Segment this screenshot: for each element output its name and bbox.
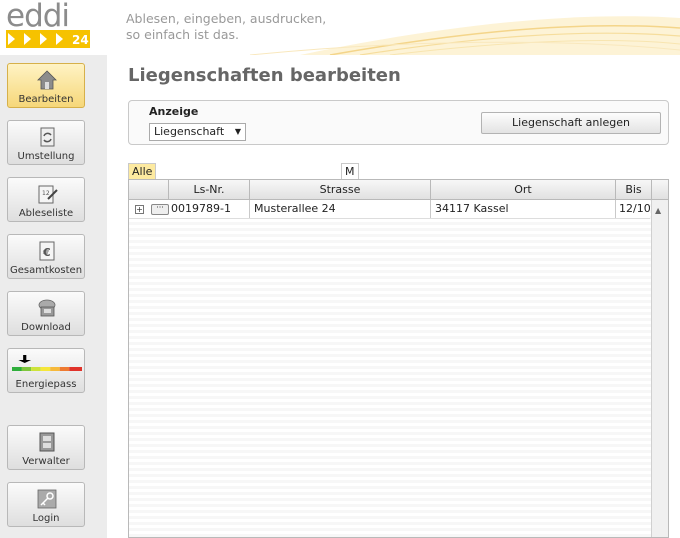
anzeige-select[interactable]: Liegenschaft ▼ bbox=[149, 123, 246, 141]
column-header-bis[interactable]: Bis bbox=[616, 180, 652, 199]
table-row[interactable]: + ··· 0019789-1 Musterallee 24 34117 Kas… bbox=[129, 200, 652, 219]
sidebar-item-label: Ableseliste bbox=[18, 208, 74, 219]
expand-icon[interactable]: + bbox=[135, 205, 144, 214]
sidebar-item-label: Bearbeiten bbox=[18, 94, 74, 105]
sidebar-item-umstellung[interactable]: Umstellung bbox=[7, 120, 85, 165]
sidebar-item-ableseliste[interactable]: 12 Ableseliste bbox=[7, 177, 85, 222]
header: eddi 24 Ablesen, eingeben, ausdrucken, s… bbox=[0, 0, 680, 55]
sidebar-item-verwalter[interactable]: Verwalter bbox=[7, 425, 85, 470]
logo-badge: 24 bbox=[72, 33, 89, 47]
cell-bis: 12/10 bbox=[616, 200, 652, 218]
cell-strasse: Musterallee 24 bbox=[250, 200, 431, 218]
sidebar-item-label: Gesamtkosten bbox=[9, 265, 83, 276]
download-disk-icon bbox=[38, 299, 56, 317]
eddi-logo[interactable]: eddi 24 bbox=[6, 0, 90, 48]
add-property-button[interactable]: Liegenschaft anlegen bbox=[481, 112, 661, 134]
sidebar: Bearbeiten Umstellung 12 Ableseliste € G… bbox=[0, 55, 107, 538]
energy-scale-icon bbox=[12, 355, 82, 371]
sidebar-item-download[interactable]: Download bbox=[7, 291, 85, 336]
euro-document-icon: € bbox=[39, 241, 55, 261]
logo-arrows: 24 bbox=[6, 30, 90, 48]
anzeige-panel: Anzeige Liegenschaft ▼ Liegenschaft anle… bbox=[128, 100, 669, 145]
tab-alle[interactable]: Alle bbox=[128, 163, 157, 179]
tagline-line2: so einfach ist das. bbox=[126, 27, 239, 42]
sidebar-item-label: Login bbox=[32, 513, 60, 524]
cell-ls-nr: 0019789-1 bbox=[169, 200, 250, 218]
sidebar-item-label: Download bbox=[21, 322, 71, 333]
manager-icon bbox=[39, 432, 55, 452]
sidebar-item-label: Umstellung bbox=[17, 151, 75, 162]
more-options-icon[interactable]: ··· bbox=[151, 204, 169, 215]
sidebar-item-gesamtkosten[interactable]: € Gesamtkosten bbox=[7, 234, 85, 279]
column-header-strasse[interactable]: Strasse bbox=[250, 180, 431, 199]
svg-text:€: € bbox=[42, 246, 51, 259]
table-scrollbar[interactable]: ▲ bbox=[651, 200, 668, 537]
column-header-ls-nr[interactable]: Ls-Nr. bbox=[169, 180, 250, 199]
cell-ort: 34117 Kassel bbox=[431, 200, 616, 218]
page-title: Liegenschaften bearbeiten bbox=[128, 65, 401, 86]
anzeige-label: Anzeige bbox=[149, 105, 199, 118]
refresh-document-icon bbox=[40, 127, 55, 147]
anzeige-select-value: Liegenschaft bbox=[154, 125, 225, 138]
scroll-up-icon[interactable]: ▲ bbox=[655, 206, 661, 215]
house-icon bbox=[37, 70, 57, 90]
properties-table: Ls-Nr. Strasse Ort Bis + ··· 0019789-1 M… bbox=[128, 179, 669, 538]
sidebar-item-energiepass[interactable]: Energiepass bbox=[7, 348, 85, 393]
tagline: Ablesen, eingeben, ausdrucken, so einfac… bbox=[126, 11, 326, 43]
logo-text: eddi bbox=[6, 0, 70, 34]
tab-m[interactable]: M bbox=[341, 163, 359, 179]
sidebar-item-label: Energiepass bbox=[15, 379, 77, 390]
meter-list-icon: 12 bbox=[38, 185, 58, 204]
sidebar-item-label: Verwalter bbox=[22, 456, 70, 467]
header-waves bbox=[249, 16, 680, 55]
chevron-down-icon: ▼ bbox=[234, 127, 241, 136]
tagline-line1: Ablesen, eingeben, ausdrucken, bbox=[126, 11, 327, 26]
svg-text:12: 12 bbox=[42, 190, 50, 197]
sidebar-item-login[interactable]: Login bbox=[7, 482, 85, 527]
header-spacer bbox=[129, 180, 169, 199]
sidebar-item-bearbeiten[interactable]: Bearbeiten bbox=[7, 63, 85, 108]
table-header: Ls-Nr. Strasse Ort Bis bbox=[129, 180, 668, 200]
key-icon bbox=[37, 489, 57, 509]
column-header-ort[interactable]: Ort bbox=[431, 180, 616, 199]
